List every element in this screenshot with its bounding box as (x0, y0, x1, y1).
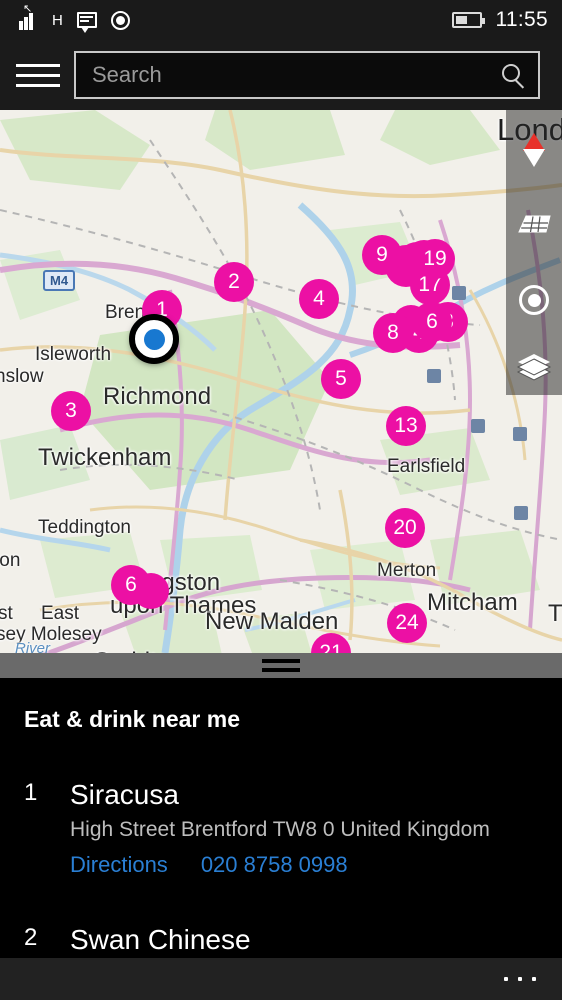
map-place-label: Isleworth (35, 344, 112, 365)
hamburger-menu-icon[interactable] (16, 58, 62, 92)
map-controls-strip[interactable] (506, 110, 562, 395)
result-name[interactable]: Siracusa (70, 779, 562, 811)
map-view[interactable]: Bren Isleworth nslow Richmond Twickenham Tedd… (0, 110, 562, 653)
maps-app-window: ↖ H 11:55 Search Bren Isleworth nslow Ri… (0, 0, 562, 1000)
map-pin-5[interactable]: 5 (321, 359, 361, 399)
record-circle-icon (111, 10, 131, 30)
map-pin-2[interactable]: 2 (214, 262, 254, 302)
app-header: Search (0, 40, 562, 110)
map-pin-3[interactable]: 3 (51, 391, 91, 431)
map-pin-13[interactable]: 13 (386, 406, 426, 446)
map-place-label: Earlsfield (387, 456, 466, 477)
map-place-label: Merton (377, 560, 437, 581)
map-place-label: Mitcham (427, 589, 518, 616)
more-options-icon[interactable] (504, 977, 562, 981)
map-pin-6[interactable]: 6 (412, 302, 452, 342)
results-panel-title: Eat & drink near me (24, 706, 241, 732)
clock-label: 11:55 (495, 8, 548, 31)
compass-button[interactable] (506, 120, 562, 180)
list-item[interactable]: 1 Siracusa High Street Brentford TW8 0 U… (0, 733, 562, 878)
status-bar-left: ↖ H (0, 4, 131, 33)
network-type-label: H (52, 11, 64, 29)
map-place-label: Richmond (103, 383, 212, 410)
map-pin-20[interactable]: 20 (385, 508, 425, 548)
list-item[interactable]: 2 Swan Chinese (0, 878, 562, 956)
map-pin-4[interactable]: 4 (299, 279, 339, 319)
results-panel: Eat & drink near me 1 Siracusa High Stre… (0, 678, 562, 1000)
search-placeholder: Search (92, 62, 162, 87)
current-location-dot (129, 314, 179, 364)
map-place-label: New Malden (205, 608, 339, 635)
map-place-label: Teddington (38, 517, 131, 538)
result-address: High Street Brentford TW8 0 United Kingd… (70, 818, 490, 842)
map-place-label: Twickenham (38, 444, 172, 471)
map-place-label: st (0, 603, 13, 624)
locate-me-button[interactable] (506, 270, 562, 330)
map-place-label: nslow (0, 366, 44, 387)
road-shield-m4: M4 (43, 270, 76, 291)
battery-icon (451, 12, 485, 28)
map-pin-24[interactable]: 24 (387, 603, 427, 643)
status-bar: ↖ H 11:55 (0, 0, 562, 40)
result-index: 1 (24, 779, 38, 806)
map-layers-icon (516, 354, 552, 381)
search-icon[interactable] (502, 64, 520, 82)
search-input[interactable]: Search (74, 51, 540, 99)
compass-icon (523, 133, 545, 167)
signal-bars-roaming-icon: ↖ (14, 4, 38, 30)
result-name[interactable]: Swan Chinese (70, 924, 562, 956)
map-tiles (0, 110, 562, 653)
map-pin-19[interactable]: 19 (415, 239, 455, 279)
3d-view-button[interactable] (506, 195, 562, 255)
message-icon (77, 12, 98, 33)
map-place-label: Th (548, 600, 562, 627)
map-pin-6[interactable]: 6 (111, 565, 151, 605)
result-body: Swan Chinese (70, 924, 562, 956)
app-bar[interactable] (0, 958, 562, 1000)
directions-link[interactable]: Directions (70, 852, 168, 878)
status-bar-right: 11:55 (451, 8, 562, 32)
panel-drag-handle[interactable] (0, 653, 562, 678)
phone-link[interactable]: 020 8758 0998 (201, 852, 348, 878)
result-index: 2 (24, 924, 38, 952)
locate-target-icon (519, 285, 549, 315)
map-pin-9[interactable]: 9 (362, 235, 402, 275)
map-place-label: East (41, 603, 80, 624)
layers-button[interactable] (506, 338, 562, 398)
result-body: Siracusa High Street Brentford TW8 0 Uni… (70, 779, 562, 878)
map-place-label: ton (0, 550, 21, 571)
map-water-label: River (15, 640, 51, 653)
result-actions[interactable]: Directions 020 8758 0998 (70, 852, 562, 878)
3d-buildings-icon (518, 215, 551, 233)
